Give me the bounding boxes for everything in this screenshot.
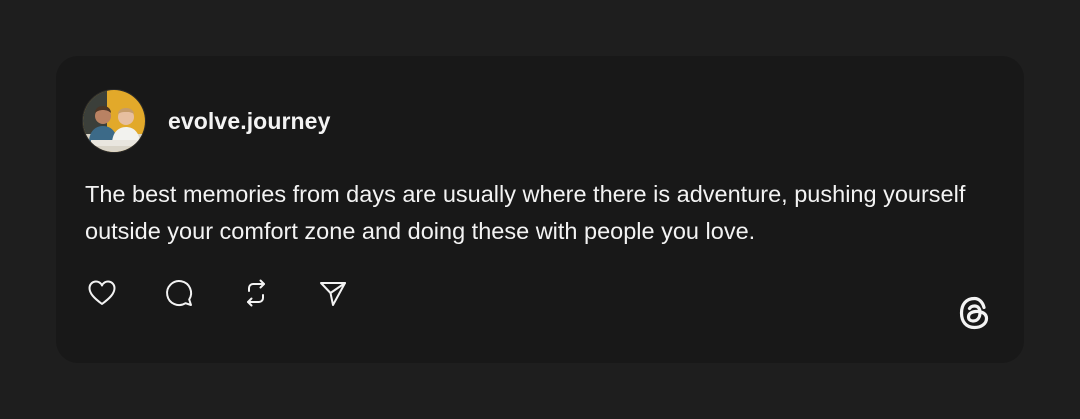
username[interactable]: evolve.journey — [168, 108, 330, 135]
like-button[interactable] — [86, 277, 118, 309]
avatar[interactable] — [82, 89, 146, 153]
post-card: evolve.journey The best memories from da… — [56, 56, 1024, 363]
action-bar — [86, 277, 394, 309]
comment-button[interactable] — [163, 277, 195, 309]
repost-button[interactable] — [240, 277, 272, 309]
heart-icon — [88, 280, 116, 305]
repost-icon — [247, 279, 265, 307]
post-text: The best memories from days are usually … — [85, 181, 966, 244]
share-button[interactable] — [317, 277, 349, 309]
threads-logo-icon — [955, 293, 995, 333]
comment-icon — [166, 280, 193, 307]
post-header: evolve.journey — [82, 89, 330, 153]
send-icon — [320, 282, 346, 306]
avatar-photo — [83, 90, 145, 152]
